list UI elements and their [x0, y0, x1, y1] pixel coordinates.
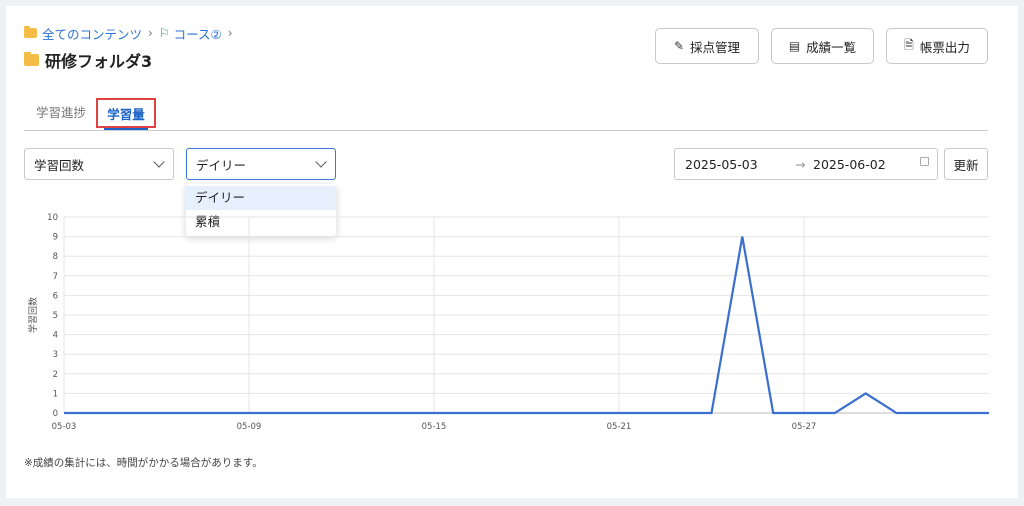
tab-volume[interactable]: 学習量	[96, 98, 156, 128]
period-select[interactable]: デイリー	[186, 148, 336, 180]
chevron-right-icon: ›	[148, 26, 153, 40]
grading-button[interactable]: ✎ 採点管理	[655, 28, 759, 64]
y-tick-label: 7	[53, 272, 58, 282]
breadcrumb: 全てのコンテンツ › ⚐ コース② ›	[24, 24, 239, 42]
flag-icon: ⚐	[158, 26, 170, 40]
y-axis-label: 学習回数	[27, 297, 39, 333]
x-tick-label: 05-27	[792, 422, 817, 432]
folder-icon	[24, 26, 37, 38]
y-tick-label: 5	[53, 311, 58, 321]
refresh-button[interactable]: 更新	[944, 148, 988, 180]
y-tick-label: 2	[53, 370, 58, 380]
end-date-input[interactable]: 2025-06-02	[813, 157, 886, 172]
arrow-right-icon: →	[795, 157, 806, 172]
y-tick-label: 10	[47, 213, 58, 223]
y-tick-label: 3	[53, 350, 58, 360]
tab-volume-label: 学習量	[107, 106, 145, 122]
page-title-text: 研修フォルダ3	[45, 52, 153, 71]
y-tick-label: 6	[53, 291, 58, 301]
active-tab-indicator	[104, 128, 148, 130]
report-output-button[interactable]: 🗎 帳票出力	[886, 28, 988, 64]
grading-button-label: 採点管理	[690, 39, 741, 55]
grades-list-button-label: 成績一覧	[806, 39, 857, 55]
refresh-button-label: 更新	[953, 157, 979, 173]
metric-select[interactable]: 学習回数	[24, 148, 174, 180]
chevron-right-icon: ›	[227, 26, 233, 40]
report-output-button-label: 帳票出力	[919, 39, 970, 55]
breadcrumb-root-link[interactable]: 全てのコンテンツ	[42, 24, 142, 43]
x-tick-label: 05-09	[237, 422, 262, 432]
x-axis-ticks: 05-03 05-09 05-15 05-21 05-27	[52, 422, 817, 432]
tab-bar: 学習進捗 学習量	[24, 98, 988, 131]
document-icon: 🗎	[904, 37, 914, 52]
y-tick-label: 4	[53, 331, 58, 341]
period-select-value: デイリー	[196, 157, 247, 173]
calendar-icon	[920, 157, 929, 166]
y-tick-label: 1	[53, 389, 58, 399]
series-line	[64, 236, 989, 415]
metric-select-value: 学習回数	[34, 157, 85, 173]
page-title: 研修フォルダ3	[24, 48, 152, 72]
y-axis-ticks: 0 1 2 3 4 5 6 7 8 9 10	[47, 213, 58, 419]
x-tick-label: 05-03	[52, 422, 77, 432]
folder-icon	[24, 52, 39, 66]
y-tick-label: 0	[53, 409, 58, 419]
start-date-input[interactable]: 2025-05-03	[685, 157, 758, 172]
x-tick-label: 05-15	[422, 422, 447, 432]
breadcrumb-course-link[interactable]: コース②	[174, 24, 222, 43]
x-tick-label: 05-21	[607, 422, 632, 432]
chart-grid	[63, 216, 989, 414]
tab-progress[interactable]: 学習進捗	[36, 102, 86, 121]
grades-list-button[interactable]: ▤ 成績一覧	[771, 28, 874, 64]
date-range-picker[interactable]: 2025-05-03 → 2025-06-02	[674, 148, 938, 180]
pen-icon: ✎	[673, 39, 685, 53]
aggregation-note: ※成績の集計には、時間がかかる場合があります。	[24, 457, 263, 469]
bar-chart-icon: ▤	[788, 39, 801, 53]
y-tick-label: 9	[53, 233, 58, 243]
chevron-down-icon	[315, 156, 327, 168]
y-tick-label: 8	[53, 252, 58, 262]
chevron-down-icon	[153, 156, 165, 168]
learning-count-chart: 0 1 2 3 4 5 6 7 8 9 10 05-03 05-09 05-15 05-21 05-27 学…	[27, 213, 989, 432]
